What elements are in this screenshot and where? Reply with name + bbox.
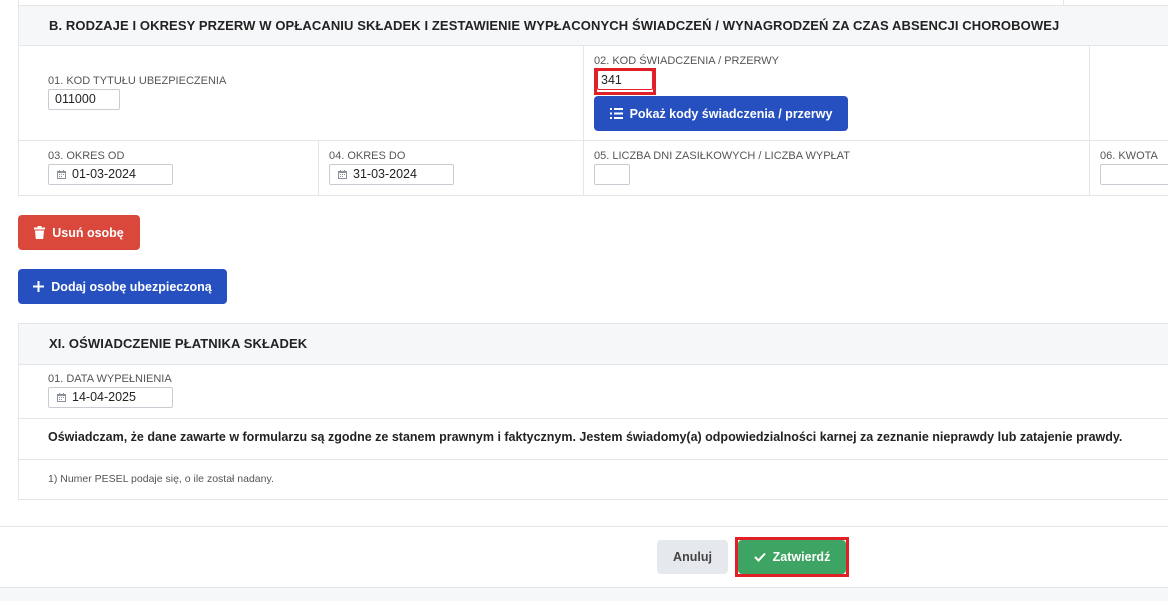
date-filled-value: 14-04-2025 [72, 390, 136, 404]
calendar-icon [57, 393, 66, 402]
footer-bottom-band [0, 588, 1168, 601]
cell-field-05 [583, 140, 1090, 196]
field-01-label: 01. KOD TYTUŁU UBEZPIECZENIA [48, 75, 227, 87]
field-05-label: 05. LICZBA DNI ZASIŁKOWYCH / LICZBA WYPŁ… [594, 150, 850, 162]
period-from-value: 01-03-2024 [72, 167, 136, 181]
list-icon [609, 108, 623, 119]
period-to-input[interactable]: 31-03-2024 [329, 164, 454, 185]
calendar-icon [57, 170, 66, 179]
field-03-label: 03. OKRES OD [48, 150, 125, 162]
highlight-benefit-code [594, 68, 656, 95]
insurance-title-code-input[interactable]: 011000 [48, 89, 120, 110]
benefit-days-input[interactable] [594, 164, 630, 185]
plus-icon [33, 281, 45, 292]
cell-date-filled [18, 364, 1168, 419]
show-codes-button[interactable]: Pokaż kody świadczenia / przerwy [594, 96, 848, 131]
cell-empty-right [1089, 45, 1168, 141]
remove-person-label: Usuń osobę [52, 225, 124, 240]
section-xi-header: XI. OŚWIADCZENIE PŁATNIKA SKŁADEK [18, 323, 1168, 365]
section-b-title: B. RODZAJE I OKRESY PRZERW W OPŁACANIU S… [49, 18, 1060, 33]
show-codes-label: Pokaż kody świadczenia / przerwy [629, 106, 833, 121]
date-filled-input[interactable]: 14-04-2025 [48, 387, 173, 408]
add-person-label: Dodaj osobę ubezpieczoną [51, 279, 212, 294]
add-insured-person-button[interactable]: Dodaj osobę ubezpieczoną [18, 269, 227, 304]
footnote-text: 1) Numer PESEL podaje się, o ile został … [48, 473, 274, 485]
remove-person-button[interactable]: Usuń osobę [18, 215, 140, 250]
section-b-header: B. RODZAJE I OKRESY PRZERW W OPŁACANIU S… [18, 5, 1168, 46]
period-to-value: 31-03-2024 [353, 167, 417, 181]
field-02-label: 02. KOD ŚWIADCZENIA / PRZERWY [594, 55, 779, 67]
field-06-label: 06. KWOTA [1100, 150, 1158, 162]
period-from-input[interactable]: 01-03-2024 [48, 164, 173, 185]
calendar-icon [338, 170, 347, 179]
footer-divider-top [0, 526, 1168, 527]
declaration-text: Oświadczam, że dane zawarte w formularzu… [48, 430, 1123, 444]
cancel-button[interactable]: Anuluj [657, 540, 728, 574]
amount-input[interactable] [1100, 164, 1168, 185]
highlight-confirm [735, 537, 849, 577]
trash-icon [34, 226, 46, 239]
field-04-label: 04. OKRES DO [329, 150, 406, 162]
section-xi-title: XI. OŚWIADCZENIE PŁATNIKA SKŁADEK [49, 336, 308, 351]
cancel-label: Anuluj [673, 550, 712, 564]
date-filled-label: 01. DATA WYPEŁNIENIA [48, 373, 172, 385]
